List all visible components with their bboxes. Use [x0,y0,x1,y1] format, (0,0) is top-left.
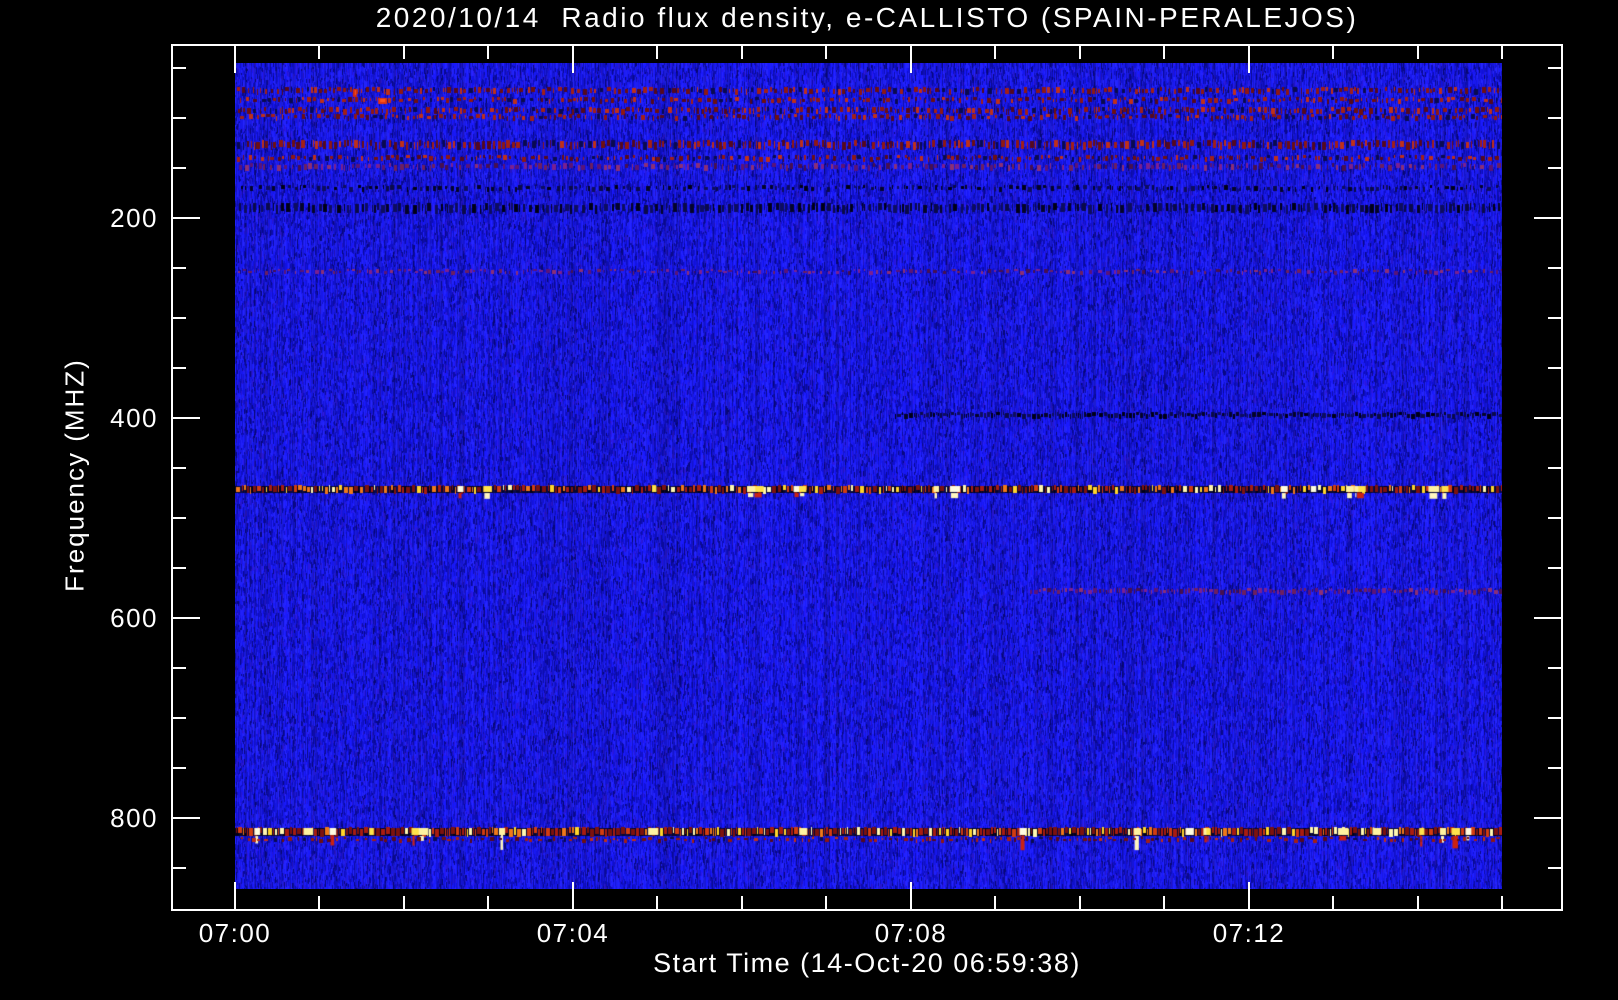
tick [487,46,489,59]
tick [234,882,236,909]
tick [1417,46,1419,59]
tick [1079,896,1081,909]
tick [173,667,186,669]
tick [173,117,186,119]
tick [1332,896,1334,909]
tick [1501,46,1503,59]
tick [1548,367,1561,369]
tick [572,46,574,73]
tick [318,896,320,909]
tick [173,817,200,819]
tick [1548,567,1561,569]
tick [234,46,236,73]
tick [403,46,405,59]
tick [1079,46,1081,59]
x-tick-label: 07:12 [1212,918,1286,948]
x-axis-label: Start Time (14-Oct-20 06:59:38) [653,948,1081,978]
tick [1548,167,1561,169]
tick [1163,896,1165,909]
tick [1548,667,1561,669]
tick [173,367,186,369]
chart-title: 2020/10/14 Radio flux density, e-CALLIST… [375,2,1359,33]
tick [1248,882,1250,909]
tick [173,67,186,69]
spectrogram-figure: 2020/10/14 Radio flux density, e-CALLIST… [0,0,1618,1000]
tick [1548,467,1561,469]
tick [994,46,996,59]
tick [656,46,658,59]
tick [910,882,912,909]
tick [173,567,186,569]
tick [1417,896,1419,909]
x-tick-label: 07:04 [536,918,610,948]
tick [1534,617,1561,619]
tick [1534,817,1561,819]
tick [1534,417,1561,419]
tick [1534,217,1561,219]
tick [403,896,405,909]
tick [1248,46,1250,73]
tick [1163,46,1165,59]
tick [825,896,827,909]
tick [1501,896,1503,909]
y-tick-label: 200 [110,203,158,233]
tick [173,517,186,519]
tick [741,46,743,59]
tick [994,896,996,909]
tick [318,46,320,59]
tick [173,717,186,719]
tick [1548,767,1561,769]
tick [825,46,827,59]
tick [1548,717,1561,719]
y-axis-label: Frequency (MHZ) [59,358,90,592]
tick [173,267,186,269]
tick [173,767,186,769]
y-tick-label: 600 [110,603,158,633]
tick [1548,267,1561,269]
y-tick-label: 800 [110,803,158,833]
tick [487,896,489,909]
tick [1548,317,1561,319]
tick [173,617,200,619]
tick [173,417,200,419]
tick [741,896,743,909]
tick [173,217,200,219]
tick [1548,867,1561,869]
x-tick-label: 07:00 [198,918,272,948]
tick [1548,117,1561,119]
tick [910,46,912,73]
tick [1332,46,1334,59]
tick [173,167,186,169]
tick [173,317,186,319]
tick [1548,517,1561,519]
x-tick-label: 07:08 [874,918,948,948]
tick [173,867,186,869]
tick [656,896,658,909]
tick [1548,67,1561,69]
tick [572,882,574,909]
tick [173,467,186,469]
axes-frame [171,44,1563,911]
